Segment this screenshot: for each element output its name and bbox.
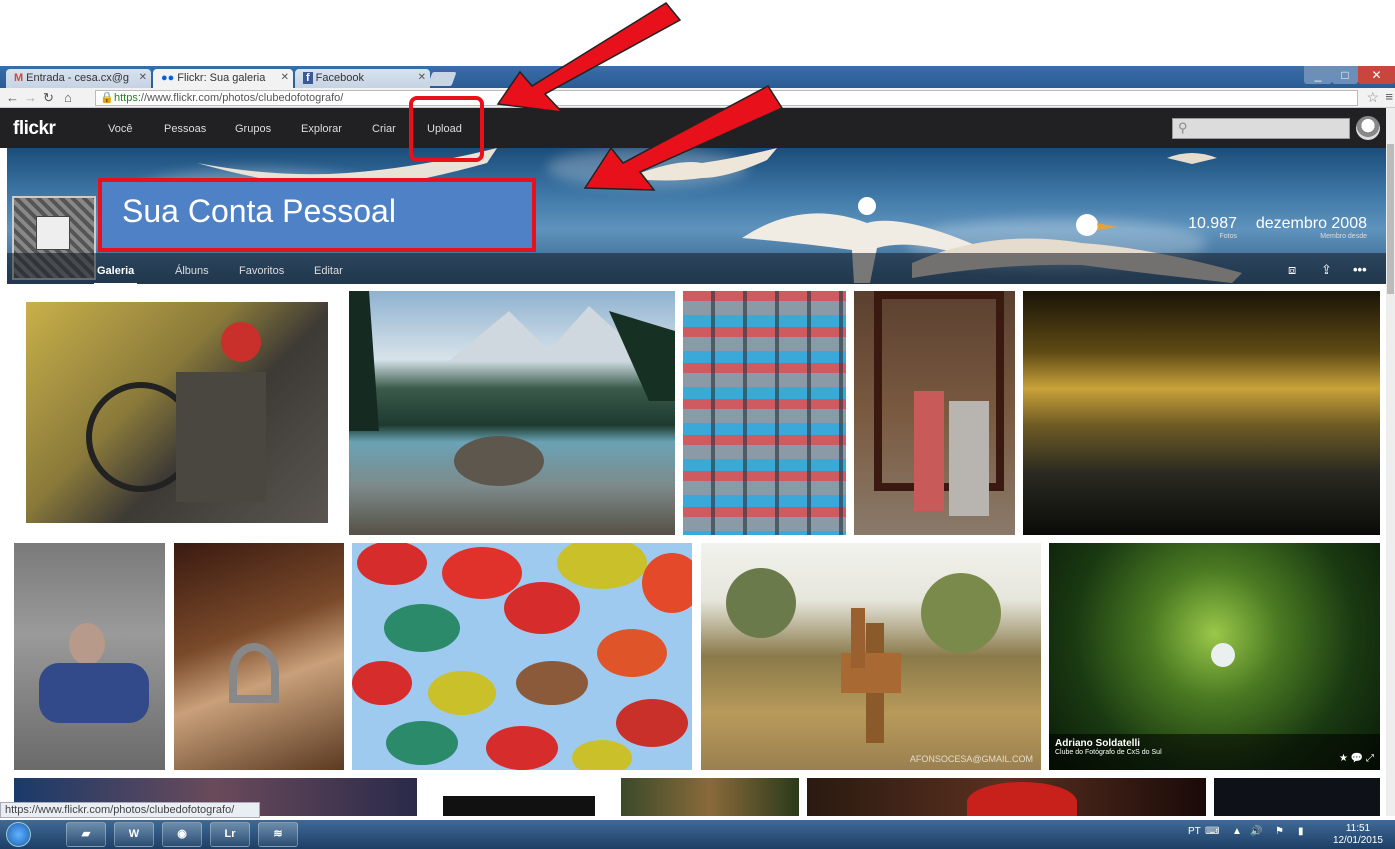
photo-detail [683, 291, 846, 535]
clock[interactable]: 11:51 12/01/2015 [1333, 823, 1383, 847]
gallery-photo[interactable] [349, 291, 675, 535]
gallery-photo[interactable] [854, 291, 1015, 535]
gallery-photo[interactable] [683, 291, 846, 535]
word-icon[interactable]: W [114, 822, 154, 847]
photo-detail [352, 543, 692, 770]
photo-detail [221, 322, 261, 362]
chrome-icon[interactable]: ◉ [162, 822, 202, 847]
clock-date: 12/01/2015 [1332, 835, 1383, 846]
photo-detail [229, 643, 279, 703]
gallery-photo[interactable]: AFONSOCESA@GMAIL.COM [701, 543, 1041, 770]
gallery-photo-featured[interactable]: Adriano Soldatelli Clube do Fotógrafo de… [1049, 543, 1380, 770]
photo-group[interactable]: Clube do Fotógrafo de CxS do Sul [1055, 749, 1374, 756]
photo-caption: Adriano Soldatelli Clube do Fotógrafo de… [1049, 734, 1380, 770]
photo-detail [176, 372, 266, 502]
start-button[interactable] [6, 822, 31, 847]
photo-detail [39, 663, 149, 723]
photo-actions[interactable]: ★ 💬 ⤢ [1339, 753, 1374, 764]
spotify-icon[interactable]: ≋ [258, 822, 298, 847]
gallery-photo[interactable] [621, 778, 799, 816]
explorer-icon[interactable]: ▰ [66, 822, 106, 847]
tray-expand-icon[interactable]: ▲ [1232, 826, 1242, 837]
photo-detail [349, 291, 675, 486]
gallery-photo[interactable] [443, 796, 595, 816]
clock-time: 11:51 [1345, 823, 1371, 834]
network-icon[interactable]: ▮ [1298, 826, 1304, 837]
photo-detail [967, 782, 1077, 816]
photo-detail [949, 401, 989, 516]
photo-owner[interactable]: Adriano Soldatelli [1055, 738, 1374, 749]
scrollbar-thumb[interactable] [1387, 144, 1394, 294]
photo-detail [69, 623, 105, 665]
link-status-bubble: https://www.flickr.com/photos/clubedofot… [0, 802, 260, 818]
gallery-photo[interactable] [352, 543, 692, 770]
scrollbar[interactable] [1386, 108, 1395, 816]
photo-detail [1211, 643, 1235, 667]
gallery-photo[interactable] [26, 302, 328, 523]
gallery-photo[interactable] [14, 543, 165, 770]
photo-detail [914, 391, 944, 511]
photo-watermark: AFONSOCESA@GMAIL.COM [909, 754, 1033, 764]
gallery-photo[interactable] [1023, 291, 1380, 535]
language-indicator[interactable]: PT [1188, 826, 1201, 837]
gallery-photo[interactable] [174, 543, 344, 770]
gallery-photo[interactable] [807, 778, 1206, 816]
photo-detail [726, 568, 1001, 743]
taskbar: ▰ W ◉ Lr ≋ PT ⌨ ▲ 🔊 ⚑ ▮ 11:51 12/01/2015 [0, 820, 1395, 849]
flag-icon[interactable]: ⚑ [1275, 826, 1284, 837]
volume-icon[interactable]: 🔊 [1250, 826, 1262, 837]
lightroom-icon[interactable]: Lr [210, 822, 250, 847]
keyboard-icon[interactable]: ⌨ [1205, 826, 1219, 837]
gallery-photo[interactable] [1214, 778, 1380, 816]
